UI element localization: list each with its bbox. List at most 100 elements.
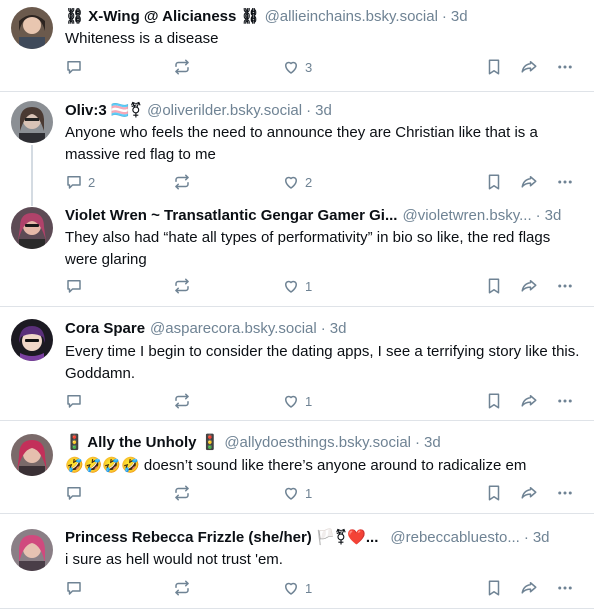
share-button[interactable]	[520, 481, 538, 505]
avatar[interactable]	[11, 7, 53, 49]
author-name[interactable]: Cora Spare	[65, 319, 145, 339]
like-count: 1	[305, 278, 313, 294]
reply-button[interactable]: 2	[65, 170, 95, 194]
post-actions: 1	[65, 274, 580, 298]
post-header: ⛓ X-Wing @ Alicianess ⛓ @allieinchains.b…	[65, 7, 580, 27]
thread-line	[31, 196, 33, 206]
like-count: 3	[305, 59, 313, 75]
bookmark-icon	[485, 277, 503, 295]
bookmark-icon	[485, 173, 503, 191]
share-button[interactable]	[520, 389, 538, 413]
author-handle[interactable]: @allieinchains.bsky.social	[265, 7, 438, 27]
author-handle[interactable]: @rebeccabluesto...	[390, 528, 519, 548]
post-item[interactable]: ⛓ X-Wing @ Alicianess ⛓ @allieinchains.b…	[0, 0, 594, 92]
reply-button[interactable]	[65, 389, 88, 413]
author-handle[interactable]: @oliverilder.bsky.social	[147, 101, 302, 121]
more-icon	[556, 484, 574, 502]
more-icon	[556, 58, 574, 76]
bookmark-button[interactable]	[485, 481, 503, 505]
post-item[interactable]: Oliv:3 🏳️‍⚧️⚧ @oliverilder.bsky.social ·…	[0, 92, 594, 196]
share-icon	[520, 173, 538, 191]
post-item[interactable]: 🚦 Ally the Unholy 🚦 @allydoesthings.bsky…	[0, 421, 594, 514]
post-actions: 1	[65, 481, 580, 505]
post-text: Whiteness is a disease	[65, 30, 219, 47]
post-item[interactable]: Violet Wren ~ Transatlantic Gengar Gamer…	[0, 196, 594, 307]
post-header: Violet Wren ~ Transatlantic Gengar Gamer…	[65, 206, 580, 226]
like-button[interactable]: 1	[282, 274, 312, 298]
bookmark-icon	[485, 484, 503, 502]
more-options-button[interactable]	[556, 55, 574, 79]
avatar[interactable]	[11, 319, 53, 361]
bookmark-button[interactable]	[485, 274, 503, 298]
post-time[interactable]: 3d	[424, 433, 441, 453]
author-name[interactable]: 🚦 Ally the Unholy 🚦	[65, 433, 219, 453]
avatar[interactable]	[11, 101, 53, 143]
bookmark-icon	[485, 579, 503, 597]
like-count: 1	[305, 485, 313, 501]
author-handle[interactable]: @violetwren.bsky...	[402, 206, 531, 226]
reply-icon	[65, 392, 83, 410]
bookmark-button[interactable]	[485, 170, 503, 194]
repost-button[interactable]	[173, 274, 196, 298]
share-button[interactable]	[520, 55, 538, 79]
post-header: 🚦 Ally the Unholy 🚦 @allydoesthings.bsky…	[65, 433, 580, 453]
repost-icon	[173, 484, 191, 502]
post-actions: 1	[65, 576, 580, 600]
share-button[interactable]	[520, 576, 538, 600]
post-item[interactable]: Cora Spare @asparecora.bsky.social · 3d …	[0, 307, 594, 421]
reply-button[interactable]	[65, 481, 88, 505]
like-count: 1	[305, 393, 313, 409]
post-time[interactable]: 3d	[533, 528, 550, 548]
share-button[interactable]	[520, 274, 538, 298]
more-options-button[interactable]	[556, 389, 574, 413]
more-icon	[556, 579, 574, 597]
bookmark-button[interactable]	[485, 576, 503, 600]
author-handle[interactable]: @asparecora.bsky.social	[150, 319, 317, 339]
post-text: They also had “hate all types of perform…	[65, 229, 551, 268]
more-options-button[interactable]	[556, 481, 574, 505]
avatar[interactable]	[11, 529, 53, 571]
repost-button[interactable]	[173, 389, 196, 413]
reply-icon	[65, 277, 83, 295]
author-handle[interactable]: @allydoesthings.bsky.social	[224, 433, 411, 453]
repost-button[interactable]	[173, 55, 196, 79]
repost-button[interactable]	[173, 576, 196, 600]
reply-button[interactable]	[65, 274, 88, 298]
reply-icon	[65, 579, 83, 597]
repost-button[interactable]	[173, 170, 196, 194]
post-time[interactable]: 3d	[451, 7, 468, 27]
post-time[interactable]: 3d	[330, 319, 347, 339]
more-options-button[interactable]	[556, 274, 574, 298]
separator-dot: ·	[523, 529, 529, 546]
author-name[interactable]: Violet Wren ~ Transatlantic Gengar Gamer…	[65, 206, 397, 226]
post-actions: 2 2	[65, 170, 580, 194]
separator-dot: ·	[535, 207, 541, 224]
post-header: Oliv:3 🏳️‍⚧️⚧ @oliverilder.bsky.social ·…	[65, 101, 580, 121]
more-options-button[interactable]	[556, 170, 574, 194]
like-button[interactable]: 2	[282, 170, 312, 194]
post-item[interactable]: Princess Rebecca Frizzle (she/her) 🏳️⚧❤️…	[0, 514, 594, 612]
avatar[interactable]	[11, 207, 53, 249]
bookmark-button[interactable]	[485, 55, 503, 79]
author-name[interactable]: Princess Rebecca Frizzle (she/her) 🏳️⚧❤️…	[65, 528, 378, 548]
post-header: Princess Rebecca Frizzle (she/her) 🏳️⚧❤️…	[65, 528, 580, 548]
repost-button[interactable]	[173, 481, 196, 505]
share-icon	[520, 579, 538, 597]
separator-dot: ·	[306, 102, 312, 119]
like-button[interactable]: 1	[282, 389, 312, 413]
more-options-button[interactable]	[556, 576, 574, 600]
like-button[interactable]: 1	[282, 481, 312, 505]
author-name[interactable]: ⛓ X-Wing @ Alicianess ⛓	[65, 7, 260, 27]
reply-button[interactable]	[65, 576, 88, 600]
reply-icon	[65, 58, 83, 76]
like-button[interactable]: 1	[282, 576, 312, 600]
author-name[interactable]: Oliv:3 🏳️‍⚧️⚧	[65, 101, 142, 121]
like-button[interactable]: 3	[282, 55, 312, 79]
reply-count: 2	[88, 174, 96, 190]
share-button[interactable]	[520, 170, 538, 194]
avatar[interactable]	[11, 434, 53, 476]
reply-button[interactable]	[65, 55, 88, 79]
post-time[interactable]: 3d	[545, 206, 562, 226]
bookmark-button[interactable]	[485, 389, 503, 413]
post-time[interactable]: 3d	[315, 101, 332, 121]
